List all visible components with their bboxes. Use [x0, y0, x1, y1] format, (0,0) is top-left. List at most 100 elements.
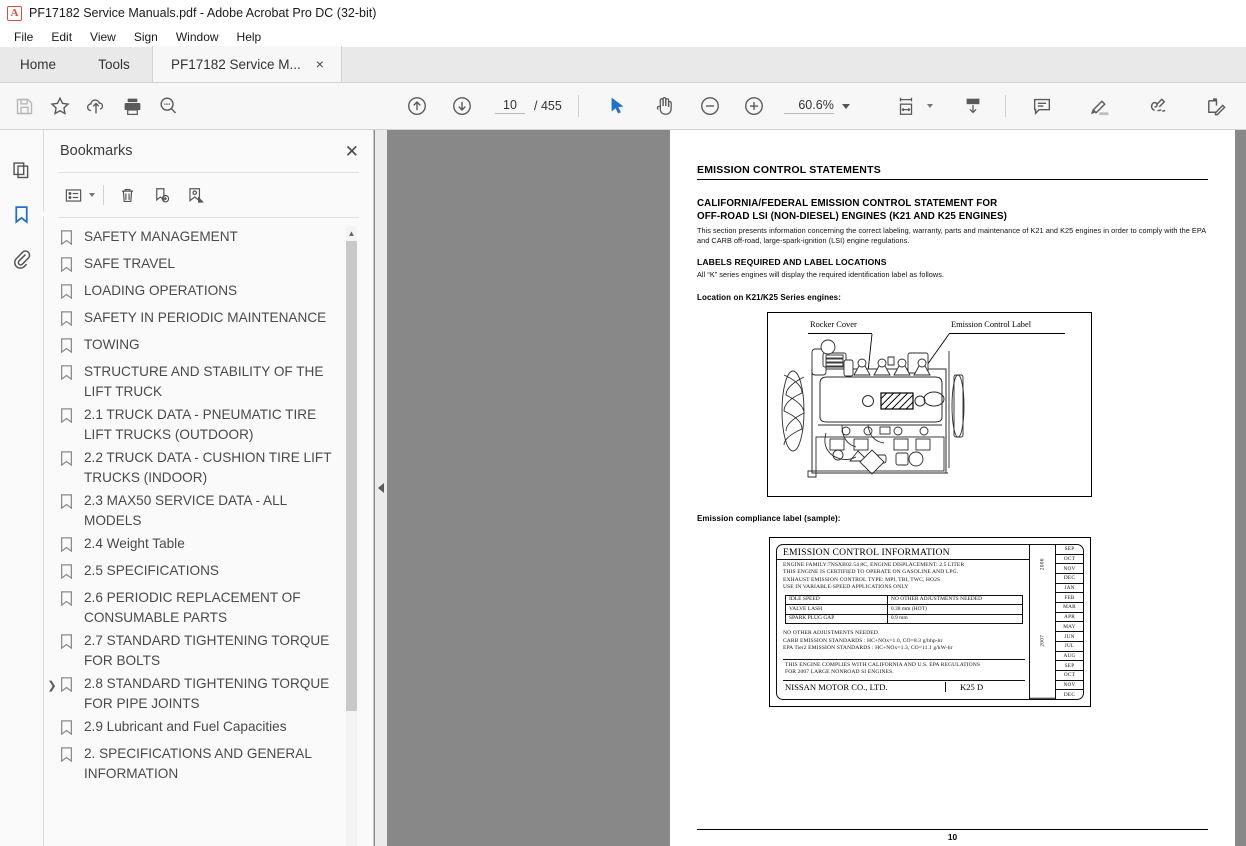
document-viewport[interactable]: EMISSION CONTROL STATEMENTS CALIFORNIA/F…	[374, 130, 1246, 846]
sidebar-bookmarks[interactable]	[5, 192, 39, 236]
list-item[interactable]: ❯ 2.8 STANDARD TIGHTENING TORQUE FOR PIP…	[44, 672, 373, 715]
list-item-label: STRUCTURE AND STABILITY OF THE LIFT TRUC…	[84, 364, 324, 399]
next-page-icon[interactable]	[444, 88, 480, 124]
menu-window[interactable]: Window	[167, 30, 228, 44]
expand-chevron-icon[interactable]	[44, 335, 60, 337]
menu-file[interactable]: File	[5, 30, 42, 44]
zoom-in-icon[interactable]	[736, 88, 772, 124]
select-tool-icon[interactable]	[599, 88, 635, 124]
spec-key: SPARK PLUG GAP	[785, 613, 888, 625]
tab-tools[interactable]: Tools	[76, 46, 152, 82]
list-item[interactable]: STRUCTURE AND STABILITY OF THE LIFT TRUC…	[44, 360, 373, 403]
list-options-icon[interactable]	[58, 180, 88, 210]
page-number-input[interactable]: 10	[495, 98, 525, 114]
scrollbar-thumb[interactable]	[346, 241, 357, 711]
chevron-down-icon[interactable]	[841, 103, 850, 109]
menu-sign[interactable]: Sign	[125, 30, 167, 44]
bookmark-icon	[60, 561, 82, 584]
bookmark-icon	[60, 335, 82, 358]
list-item[interactable]: 2.1 TRUCK DATA - PNEUMATIC TIRE LIFT TRU…	[44, 403, 373, 446]
expand-chevron-icon[interactable]	[44, 254, 60, 256]
highlight-text-icon[interactable]	[1082, 88, 1118, 124]
trash-icon[interactable]	[112, 180, 142, 210]
close-icon[interactable]: ×	[313, 57, 327, 71]
expand-chevron-icon[interactable]	[44, 227, 60, 229]
new-bookmark-icon[interactable]	[146, 180, 176, 210]
toolbar-divider-2	[1004, 95, 1006, 117]
expand-chevron-icon[interactable]	[44, 405, 60, 407]
expand-chevron-icon[interactable]	[44, 362, 60, 364]
bookmarks-scrollbar[interactable]: ▲	[346, 226, 357, 846]
add-to-favorites-icon[interactable]	[42, 88, 78, 124]
section-heading: CALIFORNIA/FEDERAL EMISSION CONTROL STAT…	[697, 198, 1208, 223]
label-sample-caption: Emission compliance label (sample):	[697, 513, 841, 523]
label-line: EXHAUST EMISSION CONTROL TYPE: MPI, TBI,…	[783, 576, 941, 583]
expand-chevron-icon[interactable]	[44, 448, 60, 450]
body-paragraph: This section presents information concer…	[697, 226, 1206, 245]
list-item[interactable]: SAFETY IN PERIODIC MAINTENANCE	[44, 306, 373, 333]
add-comment-icon[interactable]	[1024, 88, 1060, 124]
list-item[interactable]: 2.4 Weight Table	[44, 532, 373, 559]
navigation-rail	[0, 130, 44, 846]
section-heading-line1: CALIFORNIA/FEDERAL EMISSION CONTROL STAT…	[697, 198, 998, 209]
scroll-mode-icon[interactable]	[955, 88, 991, 124]
divider	[58, 217, 359, 218]
expand-chevron-icon[interactable]	[44, 561, 60, 563]
chevron-left-icon	[378, 483, 384, 493]
chevron-down-icon[interactable]	[89, 193, 95, 197]
expand-chevron-icon[interactable]	[44, 744, 60, 746]
divider	[103, 185, 104, 205]
expand-chevron-icon[interactable]	[44, 281, 60, 283]
list-item[interactable]: 2.3 MAX50 SERVICE DATA - ALL MODELS	[44, 489, 373, 532]
upload-to-cloud-icon[interactable]	[78, 88, 114, 124]
sidebar-attachments[interactable]	[5, 236, 39, 280]
list-item-label: 2.6 PERIODIC REPLACEMENT OF CONSUMABLE P…	[84, 590, 301, 625]
list-item[interactable]: 2.6 PERIODIC REPLACEMENT OF CONSUMABLE P…	[44, 586, 373, 629]
expand-chevron-icon[interactable]	[44, 631, 60, 633]
menu-view[interactable]: View	[81, 30, 125, 44]
pdf-page[interactable]: EMISSION CONTROL STATEMENTS CALIFORNIA/F…	[670, 130, 1235, 846]
expand-chevron-icon[interactable]	[44, 534, 60, 536]
list-item[interactable]: 2.9 Lubricant and Fuel Capacities	[44, 715, 373, 742]
hand-tool-icon[interactable]	[646, 88, 682, 124]
scroll-up-icon[interactable]: ▲	[346, 226, 357, 241]
list-item[interactable]: 2. SPECIFICATIONS AND GENERAL INFORMATIO…	[44, 742, 373, 785]
list-item[interactable]: LOADING OPERATIONS	[44, 279, 373, 306]
tab-document[interactable]: PF17182 Service M... ×	[152, 46, 342, 82]
list-item[interactable]: TOWING	[44, 333, 373, 360]
fit-options-chevron-icon[interactable]	[926, 104, 933, 108]
menu-help[interactable]: Help	[228, 30, 271, 44]
menu-edit[interactable]: Edit	[42, 30, 81, 44]
expand-chevron-icon[interactable]: ❯	[44, 674, 60, 696]
previous-page-icon[interactable]	[399, 88, 435, 124]
print-icon[interactable]	[114, 88, 150, 124]
expand-chevron-icon[interactable]	[44, 491, 60, 493]
bookmark-icon	[60, 448, 82, 471]
list-item[interactable]: 2.7 STANDARD TIGHTENING TORQUE FOR BOLTS	[44, 629, 373, 672]
sidebar-page-thumbnails[interactable]	[5, 148, 39, 192]
list-item[interactable]: SAFETY MANAGEMENT	[44, 225, 373, 252]
fill-and-sign-icon[interactable]	[1140, 88, 1176, 124]
expand-chevron-icon[interactable]	[44, 588, 60, 590]
find-text-icon[interactable]	[150, 88, 186, 124]
spec-value: 0.38 mm (HOT)	[886, 604, 1024, 615]
bookmark-icon	[60, 405, 82, 428]
save-icon[interactable]	[6, 88, 42, 124]
label-line: NO OTHER ADJUSTMENTS NEEDED.	[783, 630, 880, 637]
zoom-out-icon[interactable]	[692, 88, 728, 124]
collapse-sidebar-handle[interactable]	[375, 130, 387, 846]
month-cell: MAY	[1056, 622, 1083, 633]
zoom-level-value[interactable]: 60.6%	[783, 98, 834, 114]
list-item[interactable]: 2.2 TRUCK DATA - CUSHION TIRE LIFT TRUCK…	[44, 446, 373, 489]
expand-chevron-icon[interactable]	[44, 308, 60, 310]
expand-chevron-icon[interactable]	[44, 717, 60, 719]
list-item[interactable]: SAFE TRAVEL	[44, 252, 373, 279]
tab-home[interactable]: Home	[0, 46, 76, 82]
bookmark-target-icon[interactable]	[180, 180, 210, 210]
label-title: EMISSION CONTROL INFORMATION	[777, 545, 1029, 560]
close-icon[interactable]: ✕	[345, 143, 359, 160]
request-signatures-icon[interactable]	[1198, 88, 1234, 124]
list-item[interactable]: 2.5 SPECIFICATIONS	[44, 559, 373, 586]
bookmark-list[interactable]: SAFETY MANAGEMENT SAFE TRAVEL LOADING OP…	[44, 219, 373, 846]
fit-page-width-icon[interactable]	[888, 88, 924, 124]
